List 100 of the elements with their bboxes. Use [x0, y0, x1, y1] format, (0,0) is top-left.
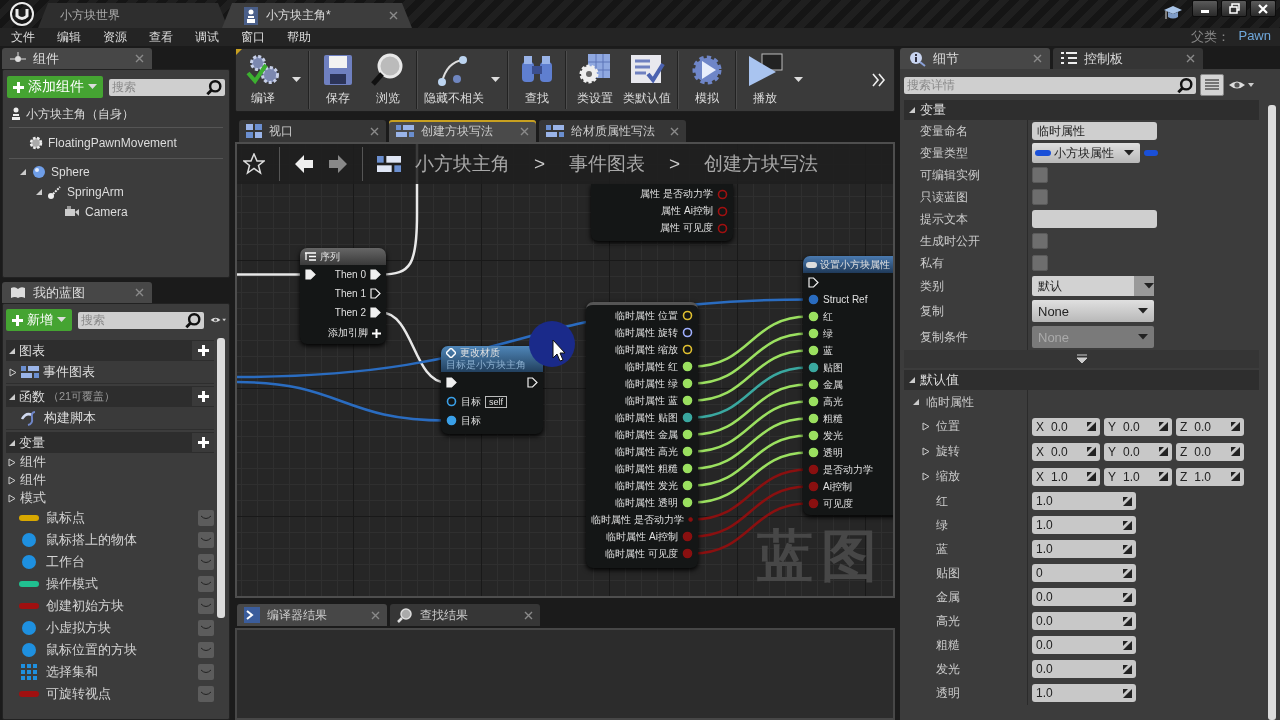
number-field[interactable]: 1.0 [1032, 516, 1136, 534]
section-header[interactable]: 变量 [6, 432, 214, 453]
list-icon[interactable] [1205, 79, 1219, 91]
drag-handle-icon[interactable] [1123, 592, 1132, 602]
number-field[interactable]: 0.0 [1032, 612, 1136, 630]
expand-arrow-icon[interactable] [9, 367, 17, 377]
menu-item[interactable]: 资源 [92, 28, 138, 46]
plus-icon[interactable] [197, 391, 209, 402]
search-icon[interactable] [203, 78, 225, 96]
menu-item[interactable]: 查看 [138, 28, 184, 46]
exec-pin[interactable] [370, 288, 381, 299]
caret-icon[interactable] [1144, 283, 1154, 289]
drag-handle-icon[interactable] [1231, 422, 1240, 431]
variable-item[interactable]: 操作模式 [46, 575, 98, 593]
number-field[interactable]: 1.0 [1032, 492, 1136, 510]
pin-default-value[interactable]: self [485, 395, 507, 408]
variable-item[interactable]: 创建初始方块 [46, 597, 124, 615]
star-icon[interactable] [243, 153, 265, 175]
number-field[interactable]: X 0.0 [1032, 442, 1100, 461]
checkbox[interactable] [1032, 189, 1048, 205]
variable-item[interactable]: 小虚拟方块 [46, 619, 111, 637]
document-tab[interactable]: 给材质属性写法 [539, 120, 686, 142]
drag-handle-icon[interactable] [1087, 422, 1096, 431]
collapse-arrow-icon[interactable] [8, 438, 16, 447]
dropdown[interactable]: None [1032, 300, 1154, 322]
section-header[interactable]: 变量 [904, 100, 1259, 120]
panel-tab[interactable]: 组件 [2, 48, 152, 69]
collapse-arrow-icon[interactable] [908, 376, 916, 384]
breadcrumb-link[interactable]: 小方块主角 [415, 151, 510, 177]
collapse-arrow-icon[interactable] [912, 398, 920, 406]
add-button[interactable] [192, 433, 214, 452]
breadcrumb-link[interactable]: 事件图表 [569, 151, 646, 177]
visibility-toggle[interactable] [198, 532, 214, 548]
variable-item[interactable]: 工作台 [46, 553, 85, 571]
number-field[interactable]: 1.0 [1032, 684, 1136, 702]
checkbox[interactable] [1032, 167, 1048, 183]
toolbar-button[interactable]: 编译 [238, 49, 288, 111]
category-label[interactable]: 组件 [20, 453, 46, 471]
text-field[interactable] [1032, 210, 1157, 228]
document-tab[interactable]: 小方块主角* [222, 3, 412, 28]
menu-item[interactable]: 调试 [184, 28, 230, 46]
collapse-arrow-icon[interactable] [8, 392, 16, 401]
visibility-toggle[interactable] [198, 664, 214, 680]
variable-item[interactable]: 可旋转视点 [46, 685, 111, 703]
plus-icon[interactable] [372, 328, 381, 338]
list-item[interactable]: 构建脚本 [44, 409, 96, 427]
visibility-toggle[interactable] [198, 510, 214, 526]
toolbar-button[interactable]: 保存 [313, 49, 363, 111]
tree-item[interactable]: FloatingPawnMovement [48, 136, 177, 150]
visibility-toggle[interactable] [198, 554, 214, 570]
toolbar-button[interactable]: 浏览 [363, 49, 413, 111]
number-field[interactable]: 1.0 [1032, 540, 1136, 558]
number-field[interactable]: 0.0 [1032, 636, 1136, 654]
panel-tab[interactable]: 我的蓝图 [2, 282, 152, 303]
plus-icon[interactable] [197, 345, 209, 356]
expand-arrow-icon[interactable] [19, 168, 27, 176]
expand-arrow-icon[interactable] [35, 188, 43, 196]
graph-node[interactable]: 更改材质 目标是小方块主角 目标 self 目标 [441, 346, 543, 434]
variable-item[interactable]: 鼠标搭上的物体 [46, 531, 137, 549]
graph-node[interactable]: 设置小方块属性 Struct Ref 红 绿 蓝 贴图 金属 高光 粗糙 发光 透明 是否动力学 Ai控制 可见度 [803, 256, 893, 515]
category-label[interactable]: 模式 [20, 489, 46, 507]
tree-item[interactable]: 小方块主角（自身） [26, 105, 134, 123]
back-arrow-icon[interactable] [294, 154, 314, 174]
add-pin-link[interactable]: 添加引脚 [328, 326, 368, 340]
list-item[interactable]: 事件图表 [43, 363, 95, 381]
minimize-button[interactable] [1192, 0, 1218, 17]
number-field[interactable]: X 1.0 [1032, 467, 1100, 486]
collapse-arrow-icon[interactable] [8, 346, 16, 355]
visibility-toggle[interactable] [198, 686, 214, 702]
drag-handle-icon[interactable] [1123, 640, 1132, 650]
exec-pin[interactable] [808, 277, 819, 288]
exec-pin[interactable] [370, 269, 381, 280]
visibility-toggle[interactable] [198, 576, 214, 592]
exec-pin[interactable] [305, 269, 316, 280]
panel-tab[interactable]: 查找结果 [390, 604, 540, 626]
document-tab[interactable]: 视口 [239, 120, 386, 142]
tree-item[interactable]: Sphere [51, 165, 90, 179]
drag-handle-icon[interactable] [1123, 568, 1132, 578]
toolbar-button[interactable]: 模拟 [682, 49, 732, 111]
node-header[interactable]: 更改材质 目标是小方块主角 [441, 346, 543, 372]
data-pin[interactable] [682, 412, 693, 423]
menu-item[interactable]: 帮助 [276, 28, 322, 46]
toolbar-button[interactable]: 隐藏不相关 [421, 49, 487, 111]
plus-icon[interactable] [197, 437, 209, 448]
tree-item[interactable]: Camera [85, 205, 128, 219]
data-pin[interactable] [682, 327, 693, 338]
visibility-toggle[interactable] [198, 598, 214, 614]
number-field[interactable]: Y 0.0 [1104, 417, 1172, 436]
drag-handle-icon[interactable] [1159, 472, 1168, 481]
exec-pin[interactable] [527, 377, 538, 388]
expand-arrow-icon[interactable] [922, 447, 930, 456]
scrollbar[interactable] [1268, 105, 1276, 720]
exec-pin[interactable] [446, 377, 457, 388]
exec-pin[interactable] [370, 307, 381, 318]
category-label[interactable]: 组件 [20, 471, 46, 489]
data-pin[interactable] [682, 344, 693, 355]
checkbox[interactable] [1032, 255, 1048, 271]
toolbar-button[interactable]: 查找 [512, 49, 562, 111]
number-field[interactable]: X 0.0 [1032, 417, 1100, 436]
restore-icon[interactable] [1228, 3, 1240, 14]
